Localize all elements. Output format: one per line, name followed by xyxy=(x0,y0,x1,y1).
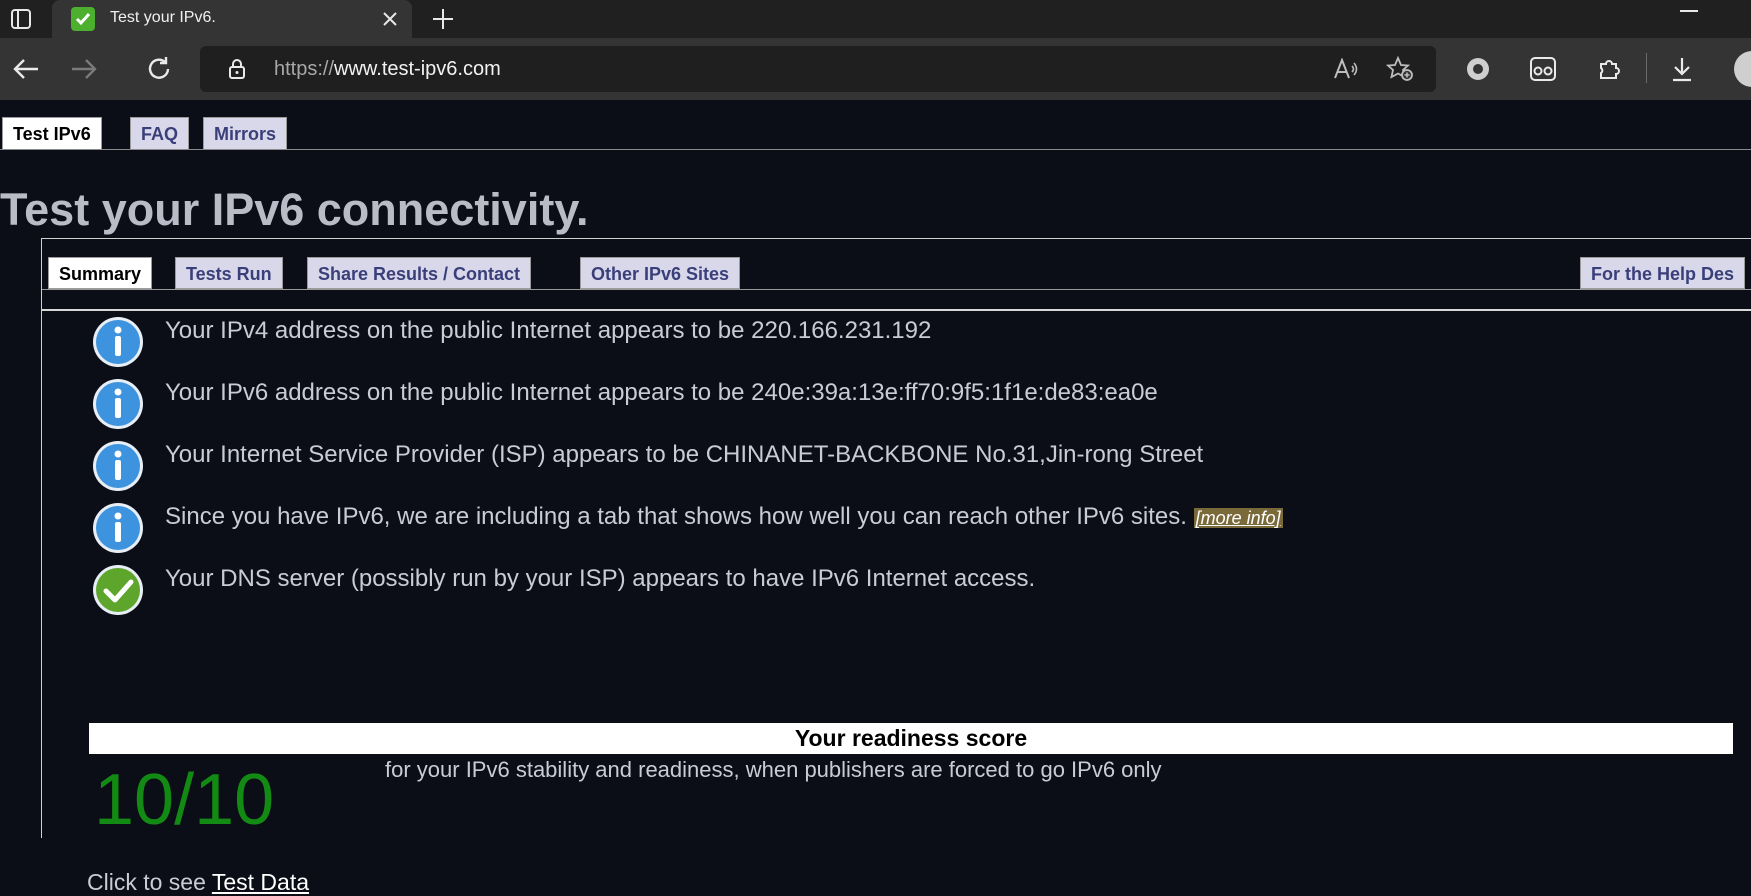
extension-circle-icon[interactable] xyxy=(1462,53,1494,85)
new-tab-plus-icon[interactable] xyxy=(428,4,458,34)
lock-icon[interactable] xyxy=(226,58,248,80)
info-icon xyxy=(91,315,145,369)
checkmark-favicon-icon xyxy=(71,7,95,31)
url-text[interactable]: https://www.test-ipv6.com xyxy=(274,58,501,81)
reader-glasses-icon[interactable] xyxy=(1527,53,1559,85)
result-text: Since you have IPv6, we are including a … xyxy=(165,503,1283,531)
test-data-link[interactable]: Test Data xyxy=(212,869,309,895)
page-title: Test your IPv6 connectivity. xyxy=(0,184,589,235)
result-ipv6-tab-note: Since you have IPv6, we are including a … xyxy=(91,501,1691,557)
minimize-window-button[interactable] xyxy=(1680,10,1698,12)
tab-share-results[interactable]: Share Results / Contact xyxy=(307,257,532,289)
test-data-line: Click to see Test Data xyxy=(87,869,309,896)
add-favorite-star-icon[interactable] xyxy=(1386,55,1414,83)
forward-arrow-icon[interactable] xyxy=(68,53,100,85)
url-prefix: https:// xyxy=(274,58,335,80)
result-text: Your IPv4 address on the public Internet… xyxy=(165,317,932,344)
checkmark-icon xyxy=(91,563,145,617)
address-bar[interactable]: https://www.test-ipv6.com xyxy=(200,46,1436,92)
info-icon xyxy=(91,439,145,493)
tab-help-desk[interactable]: For the Help Des xyxy=(1580,257,1746,289)
url-host: www.test-ipv6.com xyxy=(334,58,501,80)
info-icon xyxy=(91,377,145,431)
browser-tab[interactable]: Test your IPv6. xyxy=(52,0,412,38)
subtab-divider xyxy=(42,289,1751,290)
topnav-mirrors[interactable]: Mirrors xyxy=(203,117,288,150)
profile-avatar[interactable] xyxy=(1734,51,1751,87)
tab-summary[interactable]: Summary xyxy=(48,257,153,289)
readiness-score-description: for your IPv6 stability and readiness, w… xyxy=(385,757,1162,782)
downloads-icon[interactable] xyxy=(1666,53,1698,85)
result-dns: Your DNS server (possibly run by your IS… xyxy=(91,563,1691,619)
browser-toolbar: https://www.test-ipv6.com xyxy=(0,38,1751,100)
more-info-link[interactable]: [more info] xyxy=(1193,508,1283,528)
test-data-prefix: Click to see xyxy=(87,869,206,895)
result-ipv6: Your IPv6 address on the public Internet… xyxy=(91,377,1691,433)
tab-tests-run[interactable]: Tests Run xyxy=(175,257,283,289)
subtab-underline xyxy=(42,309,1751,311)
tab-other-ipv6-sites[interactable]: Other IPv6 Sites xyxy=(580,257,741,289)
topnav-divider xyxy=(0,149,1751,150)
results-panel: Summary Tests Run Share Results / Contac… xyxy=(41,238,1751,895)
result-isp: Your Internet Service Provider (ISP) app… xyxy=(91,439,1691,495)
read-aloud-icon[interactable] xyxy=(1332,55,1360,83)
extensions-puzzle-icon[interactable] xyxy=(1593,53,1625,85)
browser-tab-bar: Test your IPv6. xyxy=(0,0,1751,38)
result-text: Your IPv6 address on the public Internet… xyxy=(165,379,1158,406)
page-content: Test IPv6 FAQ Mirrors Test your IPv6 con… xyxy=(0,100,1751,895)
info-icon xyxy=(91,501,145,555)
result-text: Your Internet Service Provider (ISP) app… xyxy=(165,441,1204,468)
result-ipv4: Your IPv4 address on the public Internet… xyxy=(91,315,1691,371)
topnav-faq[interactable]: FAQ xyxy=(130,117,190,150)
result-text-body: Since you have IPv6, we are including a … xyxy=(165,503,1187,530)
topnav-test-ipv6[interactable]: Test IPv6 xyxy=(2,117,102,150)
refresh-icon[interactable] xyxy=(143,53,175,85)
toolbar-separator xyxy=(1646,53,1647,83)
tab-title: Test your IPv6. xyxy=(110,9,216,26)
tab-actions-icon[interactable] xyxy=(8,6,34,32)
readiness-score-value: 10/10 xyxy=(94,760,275,840)
back-arrow-icon[interactable] xyxy=(10,53,42,85)
readiness-score-header: Your readiness score xyxy=(89,723,1733,754)
close-tab-icon[interactable] xyxy=(377,6,403,32)
result-text: Your DNS server (possibly run by your IS… xyxy=(165,565,1036,592)
